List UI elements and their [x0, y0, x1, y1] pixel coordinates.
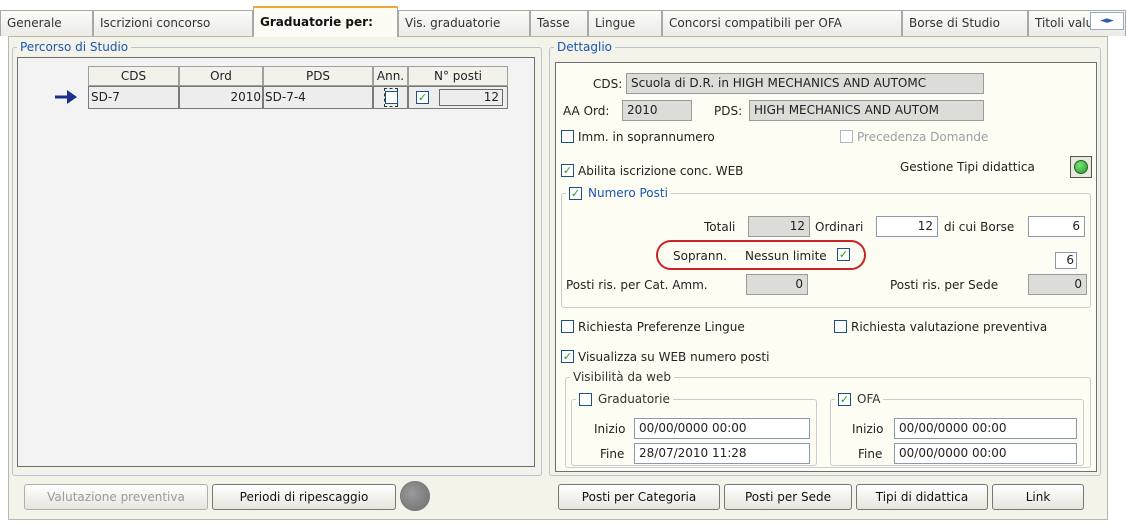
- precedenza-domande-checkbox[interactable]: [840, 130, 853, 143]
- cell-n-posti[interactable]: ✓ 12: [408, 86, 508, 109]
- nessun-limite-label: Nessun limite: [745, 249, 827, 263]
- column-header-n-posti[interactable]: N° posti: [408, 66, 508, 86]
- valutazione-preventiva-button[interactable]: Valutazione preventiva: [24, 484, 208, 510]
- ofa-inizio-field[interactable]: 00/00/0000 00:00: [894, 418, 1077, 439]
- cell-ann[interactable]: [373, 86, 408, 109]
- checkmark-icon: ✓: [417, 91, 428, 104]
- tab-generale[interactable]: Generale: [0, 10, 93, 36]
- richiesta-valutazione-preventiva-label: Richiesta valutazione preventiva: [851, 320, 1048, 334]
- posti-cat-amm-label: Posti ris. per Cat. Amm.: [566, 278, 708, 292]
- abilita-iscrizione-checkbox[interactable]: ✓: [561, 164, 574, 177]
- status-indicator-icon: [400, 481, 430, 511]
- posti-sede-field[interactable]: 0: [1028, 274, 1087, 295]
- totali-label: Totali: [704, 220, 736, 234]
- green-status-icon: [1074, 160, 1088, 174]
- aa-ord-label: AA Ord:: [563, 104, 610, 118]
- cell-pds[interactable]: SD-7-4: [263, 86, 373, 109]
- visibilita-web-title: Visibilità da web: [573, 370, 671, 384]
- periodi-di-ripescaggio-button[interactable]: Periodi di ripescaggio: [212, 484, 396, 510]
- richiesta-preferenze-lingue-label: Richiesta Preferenze Lingue: [578, 320, 745, 334]
- aa-ord-field[interactable]: 2010: [622, 100, 692, 121]
- tab-graduatorie-per[interactable]: Graduatorie per:: [253, 6, 398, 37]
- n-posti-value: 12: [439, 89, 503, 106]
- richiesta-preferenze-lingue-checkbox[interactable]: [561, 320, 574, 333]
- precedenza-domande-label: Precedenza Domande: [857, 130, 989, 144]
- checkmark-icon: ✓: [570, 186, 581, 200]
- ann-checkbox[interactable]: [385, 91, 398, 104]
- row-checkbox[interactable]: ✓: [416, 91, 429, 104]
- pds-label: PDS:: [714, 104, 743, 118]
- di-cui-borse-field[interactable]: 6: [1028, 216, 1085, 237]
- tab-borse-di-studio[interactable]: Borse di Studio: [902, 10, 1028, 36]
- graduatorie-fine-label: Fine: [600, 447, 625, 461]
- soprann-extra-field[interactable]: 6: [1055, 252, 1077, 269]
- ofa-inizio-label: Inizio: [852, 422, 884, 436]
- percorso-grid: CDS Ord PDS Ann. N° posti SD-7 2010 SD-7…: [17, 57, 535, 467]
- abilita-iscrizione-label: Abilita iscrizione conc. WEB: [578, 164, 744, 178]
- graduatorie-title: Graduatorie: [598, 392, 670, 406]
- tab-concorsi-compatibili-ofa[interactable]: Concorsi compatibili per OFA: [662, 10, 902, 36]
- di-cui-borse-label: di cui Borse: [944, 220, 1015, 234]
- richiesta-valutazione-preventiva-checkbox[interactable]: [834, 320, 847, 333]
- tab-strip: Generale Iscrizioni concorso Graduatorie…: [0, 0, 1126, 37]
- graduatorie-checkbox[interactable]: [579, 392, 592, 406]
- ofa-title: OFA: [857, 392, 881, 406]
- gestione-tipi-didattica-button[interactable]: [1070, 156, 1092, 178]
- visualizza-web-numero-posti-checkbox[interactable]: ✓: [561, 350, 574, 363]
- tab-scroll-buttons[interactable]: ◄►: [1090, 12, 1124, 30]
- percorso-title: Percorso di Studio: [20, 40, 129, 54]
- ordinari-field[interactable]: 12: [876, 216, 938, 237]
- posti-per-categoria-button[interactable]: Posti per Categoria: [558, 484, 720, 510]
- cds-field[interactable]: Scuola di D.R. in HIGH MECHANICS AND AUT…: [626, 73, 984, 94]
- ordinari-label: Ordinari: [815, 220, 864, 234]
- visualizza-web-numero-posti-label: Visualizza su WEB numero posti: [578, 350, 770, 364]
- column-header-cds[interactable]: CDS: [88, 66, 179, 86]
- tab-tasse[interactable]: Tasse: [530, 10, 588, 36]
- checkmark-icon: ✓: [838, 248, 849, 261]
- link-button[interactable]: Link: [992, 484, 1084, 510]
- checkmark-icon: ✓: [839, 392, 850, 406]
- ofa-fine-label: Fine: [858, 447, 883, 461]
- totali-field[interactable]: 12: [748, 216, 810, 237]
- imm-soprannumero-checkbox[interactable]: [561, 130, 574, 143]
- checkmark-icon: ✓: [562, 350, 573, 363]
- pds-field[interactable]: HIGH MECHANICS AND AUTOM: [749, 100, 984, 121]
- tab-iscrizioni-concorso[interactable]: Iscrizioni concorso: [93, 10, 253, 36]
- tab-vis-graduatorie[interactable]: Vis. graduatorie: [398, 10, 530, 36]
- graduatorie-inizio-field[interactable]: 00/00/0000 00:00: [634, 418, 810, 439]
- cell-ord[interactable]: 2010: [179, 86, 263, 109]
- posti-per-sede-button[interactable]: Posti per Sede: [724, 484, 852, 510]
- column-header-ann[interactable]: Ann.: [373, 66, 408, 86]
- nessun-limite-checkbox[interactable]: ✓: [837, 248, 850, 261]
- numero-posti-title: Numero Posti: [588, 186, 668, 200]
- checkmark-icon: ✓: [562, 164, 573, 177]
- chevron-left-icon[interactable]: ◄: [1100, 16, 1107, 26]
- ofa-fine-field[interactable]: 00/00/0000 00:00: [894, 443, 1077, 464]
- dettaglio-title: Dettaglio: [557, 40, 613, 54]
- imm-soprannumero-label: Imm. in soprannumero: [578, 130, 715, 144]
- ofa-checkbox[interactable]: ✓: [838, 392, 851, 406]
- column-header-ord[interactable]: Ord: [179, 66, 263, 86]
- chevron-right-icon[interactable]: ►: [1107, 16, 1114, 26]
- graduatorie-inizio-label: Inizio: [594, 422, 626, 436]
- gestione-tipi-didattica-label: Gestione Tipi didattica: [900, 160, 1035, 174]
- posti-cat-amm-field[interactable]: 0: [746, 274, 808, 295]
- graduatorie-fine-field[interactable]: 28/07/2010 11:28: [634, 443, 810, 464]
- arrow-right-icon: [55, 90, 77, 104]
- soprann-label: Soprann.: [673, 249, 727, 263]
- tab-lingue[interactable]: Lingue: [588, 10, 662, 36]
- column-header-pds[interactable]: PDS: [263, 66, 373, 86]
- tipi-di-didattica-button[interactable]: Tipi di didattica: [856, 484, 988, 510]
- numero-posti-checkbox[interactable]: ✓: [569, 186, 582, 200]
- cds-label: CDS:: [593, 77, 623, 91]
- cell-cds[interactable]: SD-7: [88, 86, 179, 109]
- posti-sede-label: Posti ris. per Sede: [890, 278, 999, 292]
